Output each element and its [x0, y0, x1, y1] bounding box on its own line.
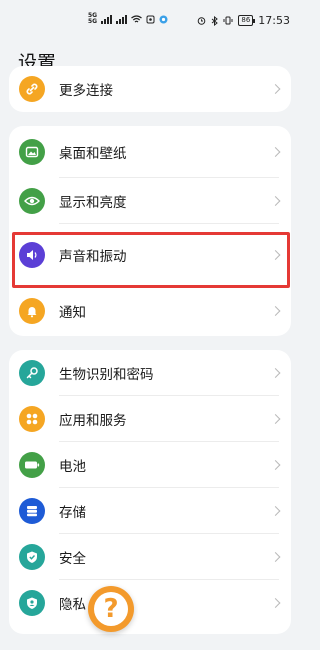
- battery-icon: [19, 452, 45, 478]
- chevron-right-icon: [270, 506, 281, 516]
- chevron-right-icon: [270, 84, 281, 94]
- status-bar: 5G 5G 86 17:53: [0, 0, 300, 38]
- nfc-icon: [146, 15, 155, 23]
- settings-item-label: 隐私: [59, 597, 86, 613]
- settings-item-label: 存储: [59, 505, 86, 521]
- privacy-icon: [19, 590, 45, 616]
- storage-icon: [19, 498, 45, 524]
- sim-badges: 5G 5G: [88, 13, 97, 25]
- link-icon: [19, 76, 45, 102]
- settings-item-battery[interactable]: 电池: [9, 442, 291, 488]
- app-notification-icon: [159, 15, 168, 23]
- group-security-apps: 生物识别和密码 应用和服务 电池 存储 安全 隐私: [9, 350, 291, 634]
- settings-item-label: 生物识别和密码: [59, 367, 154, 383]
- status-left: 5G 5G: [88, 13, 168, 25]
- status-right: 86 17:53: [197, 14, 290, 27]
- settings-item-security[interactable]: 安全: [9, 534, 291, 580]
- vibrate-icon: [223, 16, 233, 25]
- chevron-right-icon: [270, 460, 281, 470]
- key-icon: [19, 360, 45, 386]
- settings-item-biometrics[interactable]: 生物识别和密码: [9, 350, 291, 396]
- settings-item-wallpaper[interactable]: 桌面和壁纸: [9, 126, 291, 178]
- chevron-right-icon: [270, 147, 281, 157]
- settings-item-notifications[interactable]: 通知: [9, 286, 291, 336]
- settings-item-privacy[interactable]: 隐私: [9, 580, 291, 626]
- chevron-right-icon: [270, 552, 281, 562]
- settings-item-more-connections[interactable]: 更多连接: [9, 66, 291, 112]
- question-mark-icon: ?: [94, 592, 128, 626]
- chevron-right-icon: [270, 306, 281, 316]
- chevron-right-icon: [270, 196, 281, 206]
- eye-icon: [19, 188, 45, 214]
- settings-item-label: 应用和服务: [59, 413, 127, 429]
- alarm-icon: [198, 17, 206, 25]
- bluetooth-icon: [212, 15, 219, 26]
- help-button[interactable]: ?: [88, 586, 134, 632]
- bell-icon: [19, 298, 45, 324]
- group-display-sound: 桌面和壁纸 显示和亮度 声音和振动 通知: [9, 126, 291, 336]
- signal-2-icon: [116, 14, 128, 24]
- settings-item-storage[interactable]: 存储: [9, 488, 291, 534]
- settings-item-label: 显示和亮度: [59, 195, 127, 211]
- wifi-icon: [131, 14, 142, 22]
- image-icon: [19, 139, 45, 165]
- highlight-box: [12, 232, 290, 288]
- chevron-right-icon: [270, 414, 281, 424]
- settings-item-label: 更多连接: [59, 83, 113, 99]
- settings-item-label: 电池: [59, 459, 86, 475]
- settings-item-label: 通知: [59, 305, 86, 321]
- settings-item-apps[interactable]: 应用和服务: [9, 396, 291, 442]
- battery-indicator: 86: [238, 15, 256, 26]
- chevron-right-icon: [270, 368, 281, 378]
- sim2-badge: 5G: [88, 18, 98, 25]
- settings-item-label: 安全: [59, 551, 86, 567]
- signal-icon: [101, 14, 113, 24]
- chevron-right-icon: [270, 598, 281, 608]
- apps-icon: [19, 406, 45, 432]
- shield-icon: [19, 544, 45, 570]
- group-connections: 更多连接: [9, 66, 291, 112]
- settings-item-label: 桌面和壁纸: [59, 146, 127, 162]
- settings-item-display[interactable]: 显示和亮度: [9, 178, 291, 224]
- clock: 17:53: [258, 14, 290, 27]
